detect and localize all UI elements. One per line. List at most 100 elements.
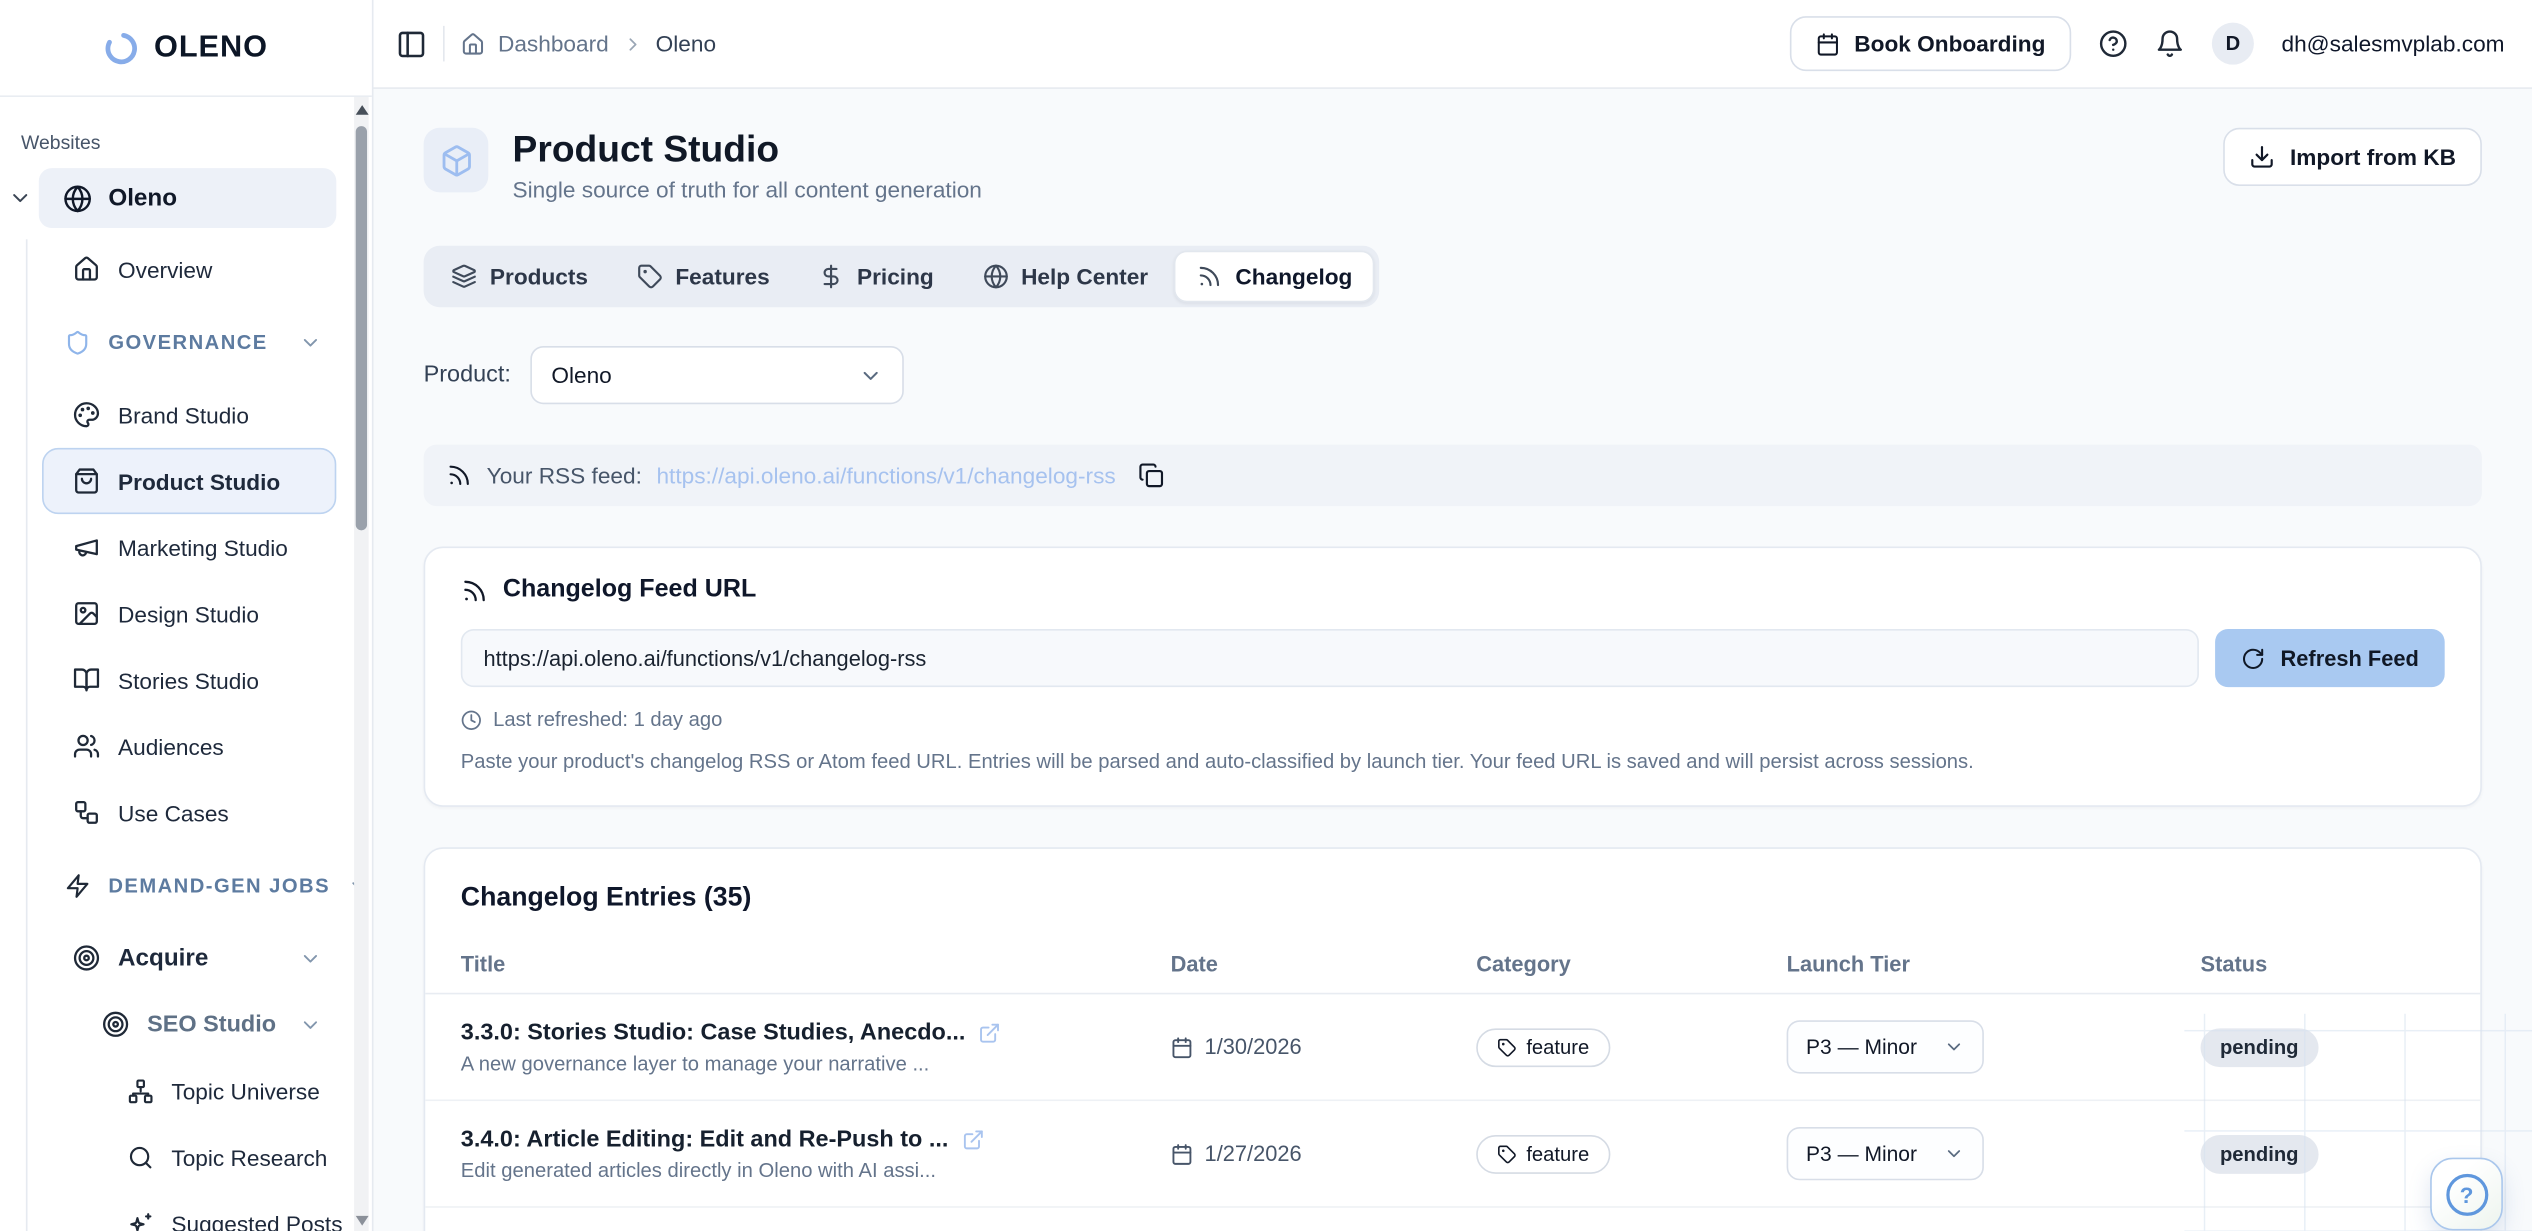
tab-changelog[interactable]: Changelog xyxy=(1174,251,1375,303)
scroll-down-icon[interactable] xyxy=(354,1213,369,1228)
tag-icon xyxy=(1497,1145,1516,1164)
tab-features[interactable]: Features xyxy=(614,251,792,303)
chevron-down-icon xyxy=(1943,1144,1964,1165)
sidebar-item-seo-studio[interactable]: SEO Studio xyxy=(42,991,336,1057)
table-row: 3.4.0: Article Editing: Edit and Re-Push… xyxy=(425,1102,2480,1209)
product-label: Product: xyxy=(424,363,511,389)
tab-pricing[interactable]: Pricing xyxy=(796,251,957,303)
avatar[interactable]: D xyxy=(2212,23,2254,65)
tab-help-center[interactable]: Help Center xyxy=(960,251,1171,303)
column-launch-tier: Launch Tier xyxy=(1787,953,2201,977)
globe-icon xyxy=(982,264,1008,290)
product-studio-icon xyxy=(424,128,489,193)
help-icon xyxy=(2446,1173,2488,1215)
help-circle-icon[interactable] xyxy=(2099,29,2128,58)
rss-icon xyxy=(1197,264,1223,290)
book-open-icon xyxy=(73,666,100,693)
sidebar-item-product-studio[interactable]: Product Studio xyxy=(42,448,336,514)
entry-date: 1/27/2026 xyxy=(1205,1142,1302,1166)
category-badge: feature xyxy=(1476,1028,1610,1067)
sidebar-item-marketing-studio[interactable]: Marketing Studio xyxy=(42,514,336,580)
search-icon xyxy=(128,1144,154,1170)
brand-logo: OLENO xyxy=(0,0,372,97)
product-select[interactable]: Oleno xyxy=(530,347,903,405)
rss-feed-link[interactable]: https://api.oleno.ai/functions/v1/change… xyxy=(656,463,1115,489)
bell-icon[interactable] xyxy=(2155,29,2184,58)
rss-feed-label: Your RSS feed: xyxy=(487,463,642,489)
sidebar-item-suggested-posts[interactable]: Suggested Posts xyxy=(42,1190,336,1231)
launch-tier-select[interactable]: P3 — Minor xyxy=(1787,1021,1984,1074)
sidebar-item-stories-studio[interactable]: Stories Studio xyxy=(42,647,336,713)
breadcrumb-current[interactable]: Oleno xyxy=(656,31,716,57)
breadcrumb: Dashboard Oleno xyxy=(461,31,716,57)
last-refreshed-text: Last refreshed: 1 day ago xyxy=(493,709,722,732)
user-email: dh@salesmvplab.com xyxy=(2281,31,2504,57)
sparkles-icon xyxy=(128,1210,154,1231)
external-link-icon[interactable] xyxy=(978,1022,1001,1045)
megaphone-icon xyxy=(73,534,100,561)
clock-icon xyxy=(461,710,482,731)
refresh-feed-button[interactable]: Refresh Feed xyxy=(2216,630,2445,688)
feed-card-description: Paste your product's changelog RSS or At… xyxy=(461,751,2445,774)
category-badge: feature xyxy=(1476,1135,1610,1174)
users-icon xyxy=(73,732,100,759)
copy-icon[interactable] xyxy=(1138,463,1164,489)
tag-icon xyxy=(637,264,663,290)
chevron-down-icon xyxy=(1943,1037,1964,1058)
entry-title: 3.3.0: Stories Studio: Case Studies, Ane… xyxy=(461,1020,966,1046)
calendar-icon xyxy=(1815,32,1839,56)
breadcrumb-dashboard[interactable]: Dashboard xyxy=(498,31,609,57)
sidebar-item-oleno[interactable]: Oleno xyxy=(0,168,336,228)
sidebar-item-use-cases[interactable]: Use Cases xyxy=(42,779,336,845)
sidebar-nav: Websites Oleno Overview xyxy=(0,131,372,1231)
topbar: Dashboard Oleno Book Onboarding xyxy=(373,0,2532,89)
entries-title: Changelog Entries (35) xyxy=(425,884,2480,915)
calendar-icon xyxy=(1171,1036,1194,1059)
dollar-icon xyxy=(818,264,844,290)
sidebar-item-audiences[interactable]: Audiences xyxy=(42,713,336,779)
chevron-down-icon xyxy=(859,364,883,388)
sidebar-section-governance[interactable]: GOVERNANCE xyxy=(42,309,336,375)
table-header-row: Title Date Category Launch Tier Status xyxy=(425,937,2480,995)
globe-icon xyxy=(63,184,92,213)
table-row: 3.2.0: Governance Studios Now Available … xyxy=(425,1209,2480,1231)
launch-tier-select[interactable]: P3 — Minor xyxy=(1787,1128,1984,1181)
sidebar-item-overview[interactable]: Overview xyxy=(42,236,336,302)
sidebar: OLENO Websites Oleno xyxy=(0,0,373,1231)
sidebar-scrollbar[interactable] xyxy=(354,97,369,1231)
sidebar-section-demand-gen-jobs[interactable]: DEMAND-GEN JOBS xyxy=(42,852,336,918)
book-onboarding-button[interactable]: Book Onboarding xyxy=(1790,16,2072,71)
download-icon xyxy=(2250,144,2276,170)
shield-icon xyxy=(65,329,91,355)
changelog-entries-card: Changelog Entries (35) Title Date Catego… xyxy=(424,848,2482,1231)
entry-subtitle: A new governance layer to manage your na… xyxy=(461,1052,1126,1075)
sidebar-item-acquire[interactable]: Acquire xyxy=(42,925,336,991)
scrollbar-thumb[interactable] xyxy=(356,126,367,530)
chevron-down-icon[interactable] xyxy=(0,186,39,210)
import-from-kb-button[interactable]: Import from KB xyxy=(2224,128,2482,186)
chevron-down-icon xyxy=(299,947,322,970)
scroll-up-icon[interactable] xyxy=(354,102,369,117)
sidebar-toggle-icon[interactable] xyxy=(396,28,427,59)
page-title: Product Studio xyxy=(513,128,982,171)
tag-icon xyxy=(1497,1038,1516,1057)
layers-icon xyxy=(451,264,477,290)
main-content: Product Studio Single source of truth fo… xyxy=(373,89,2532,1231)
external-link-icon[interactable] xyxy=(961,1128,984,1151)
sidebar-item-topic-research[interactable]: Topic Research xyxy=(42,1124,336,1190)
entry-title: 3.4.0: Article Editing: Edit and Re-Push… xyxy=(461,1127,949,1153)
entry-subtitle: Edit generated articles directly in Olen… xyxy=(461,1159,1126,1182)
column-category: Category xyxy=(1476,953,1786,977)
floating-help-button[interactable] xyxy=(2430,1158,2503,1231)
feed-url-input[interactable] xyxy=(461,630,2200,688)
zap-icon xyxy=(65,872,91,898)
topbar-divider xyxy=(443,26,445,62)
sidebar-item-brand-studio[interactable]: Brand Studio xyxy=(42,382,336,448)
table-row: 3.3.0: Stories Studio: Case Studies, Ane… xyxy=(425,995,2480,1102)
sidebar-item-design-studio[interactable]: Design Studio xyxy=(42,580,336,646)
sidebar-item-topic-universe[interactable]: Topic Universe xyxy=(42,1057,336,1123)
app-window: OLENO Websites Oleno xyxy=(0,0,2532,1231)
tab-products[interactable]: Products xyxy=(428,251,610,303)
home-icon[interactable] xyxy=(461,32,485,56)
sidebar-section-websites: Websites xyxy=(21,131,372,154)
